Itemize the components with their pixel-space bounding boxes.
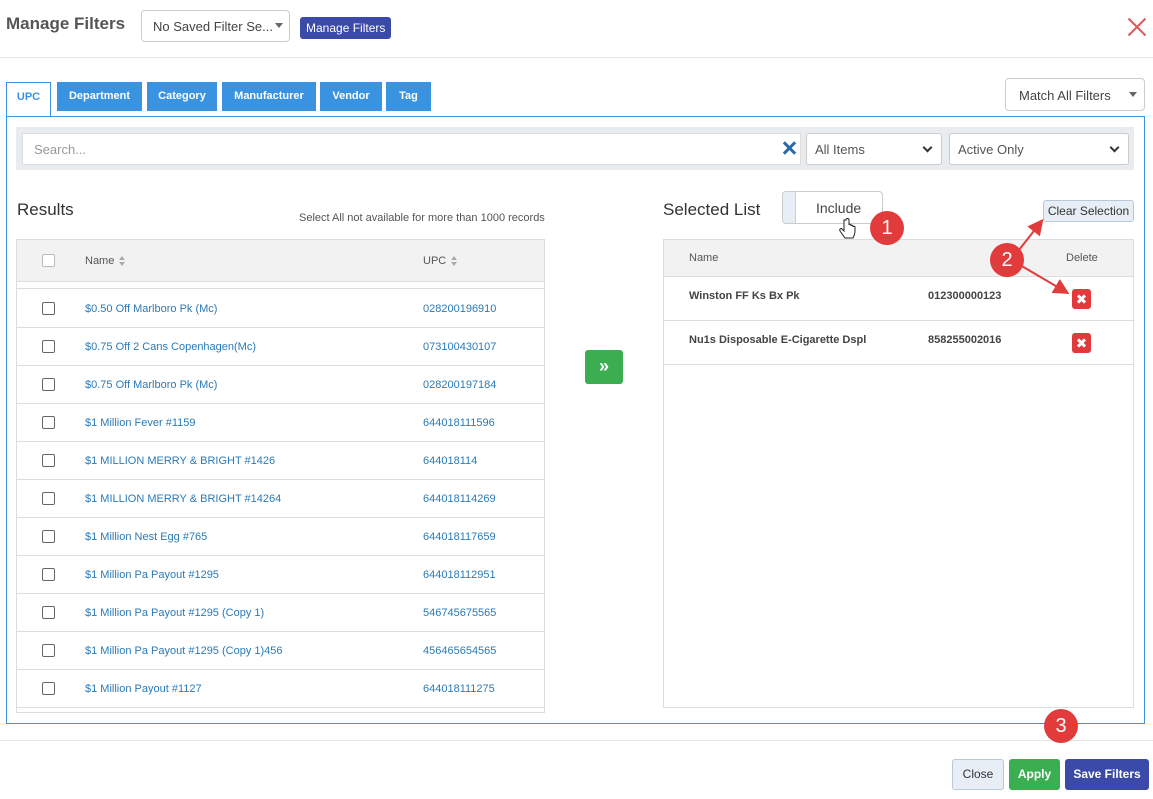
annotation-arrow [1019,264,1070,295]
hand-cursor-icon [839,218,856,239]
annotation-badge-2: 2 [990,243,1024,277]
annotation-badge-1: 1 [870,211,904,245]
annotation-badge-3: 3 [1044,709,1078,743]
annotation-arrows [1014,218,1070,295]
